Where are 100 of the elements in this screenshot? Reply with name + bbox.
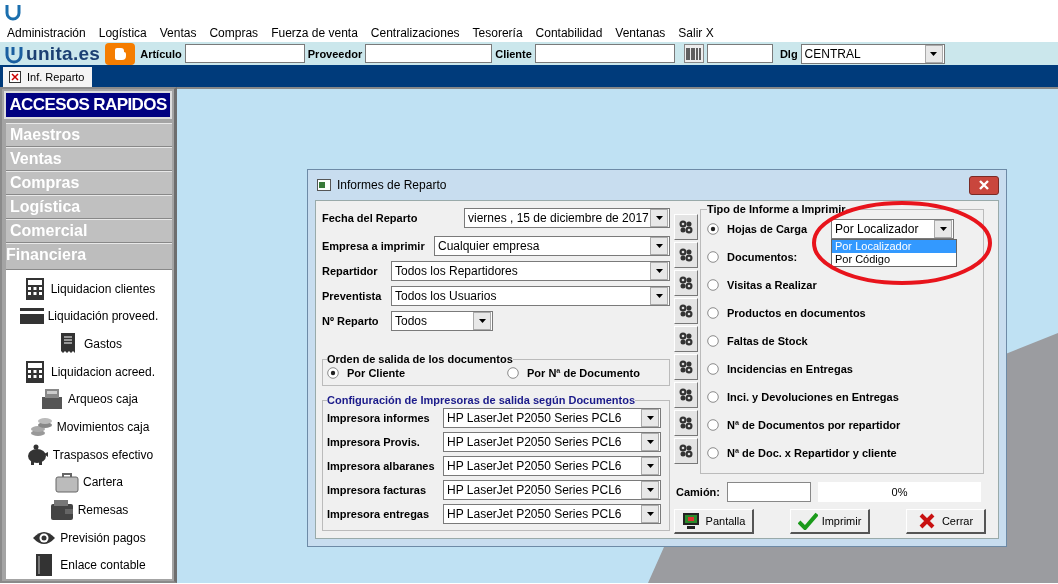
sidebar-item[interactable]: Previsión pagos <box>6 523 172 552</box>
group-title: Orden de salida de los documentos <box>327 353 513 365</box>
setup-button[interactable] <box>674 242 698 268</box>
radio-label[interactable]: Hojas de Carga <box>727 223 808 235</box>
close-icon <box>978 180 990 190</box>
menu-item[interactable]: Ventas <box>159 26 197 40</box>
progress-reading: 0% <box>891 486 908 498</box>
caret-icon <box>937 224 949 234</box>
close-button[interactable] <box>969 175 999 195</box>
field-label: Empresa a imprimir <box>322 239 426 252</box>
barcode-icon <box>685 46 702 61</box>
dropdown[interactable]: HP LaserJet P2050 Series PCL6 <box>443 456 661 476</box>
dropdown[interactable]: HP LaserJet P2050 Series PCL6 <box>443 480 661 500</box>
menu-item[interactable]: Contabilidad <box>535 26 603 40</box>
radio-label[interactable]: Faltas de Stock <box>727 335 808 347</box>
radio-label[interactable]: Nª de Documentos por repartidor <box>727 419 901 431</box>
sidebar-item[interactable]: Movimientos caja <box>6 413 172 441</box>
blog-icon <box>105 42 136 65</box>
radio-button[interactable] <box>507 367 519 379</box>
setup-button[interactable] <box>674 410 698 436</box>
menu-item[interactable]: Logística <box>98 26 147 40</box>
radio-label[interactable]: Visitas a Realizar <box>727 279 817 291</box>
setup-button[interactable] <box>674 326 698 352</box>
dropdown[interactable]: Todos los Usuarios <box>391 285 670 306</box>
menu-item[interactable]: Ventanas <box>615 26 666 40</box>
cash-register-icon <box>39 387 64 412</box>
barcode-button[interactable] <box>683 44 704 63</box>
radio-button[interactable] <box>707 251 719 263</box>
sidebar-item[interactable]: Traspasos efectivo <box>6 440 172 469</box>
dropdown[interactable]: Todos los Repartidores <box>391 260 670 281</box>
dropdown[interactable]: Todos <box>391 310 493 331</box>
monitor-icon <box>681 512 702 530</box>
dropdown[interactable]: Cualquier empresa <box>434 235 670 256</box>
field-label: Impresora informes <box>327 412 431 424</box>
input-field[interactable] <box>727 482 811 502</box>
sidebar-item[interactable]: Liquidacion acreed. <box>6 357 172 386</box>
dropdown[interactable]: Por Localizador <box>831 219 954 239</box>
setup-button[interactable] <box>674 438 698 464</box>
field-label: Proveedor <box>307 47 363 60</box>
dropdown[interactable]: HP LaserJet P2050 Series PCL6 <box>443 432 661 452</box>
sidebar-item[interactable]: Cartera <box>6 468 172 497</box>
radio-label[interactable]: Por Cliente <box>347 367 406 379</box>
dialog-button[interactable]: Pantalla <box>674 509 754 534</box>
radio-label[interactable]: Nª de Doc. x Repartidor y cliente <box>727 447 897 459</box>
checkmark-icon <box>797 512 818 530</box>
menu-item[interactable]: Administración <box>7 26 86 40</box>
sidebar-item[interactable]: Enlace contable <box>6 551 172 579</box>
sidebar-item[interactable]: Liquidacion clientes <box>6 275 172 303</box>
radio-label[interactable]: Por Nª de Documento <box>527 367 640 379</box>
radio-label[interactable]: Incidencias en Entregas <box>727 363 853 375</box>
radio-button[interactable] <box>707 223 719 235</box>
app-logo-icon <box>4 3 24 21</box>
radio-button[interactable] <box>707 391 719 403</box>
radio-button[interactable] <box>707 419 719 431</box>
field-label: Nº Reparto <box>322 314 380 327</box>
dropdown[interactable]: HP LaserJet P2050 Series PCL6 <box>443 504 661 524</box>
setup-button[interactable] <box>674 382 698 408</box>
radio-label[interactable]: Inci. y Devoluciones en Entregas <box>727 391 899 403</box>
field-label: Preventista <box>322 289 383 302</box>
caret-icon <box>644 509 656 519</box>
input-field[interactable] <box>365 44 493 63</box>
radio-label[interactable]: Documentos: <box>727 251 798 263</box>
input-field[interactable] <box>706 44 773 63</box>
radio-button[interactable] <box>707 279 719 291</box>
menu-item[interactable]: Fuerza de venta <box>271 26 358 40</box>
gear-icon <box>678 303 694 319</box>
dialog-button[interactable]: Imprimir <box>790 509 870 534</box>
menu-item[interactable]: Tesorería <box>472 26 523 40</box>
sidebar-item[interactable]: Liquidación proveed. <box>6 302 172 331</box>
radio-button[interactable] <box>707 363 719 375</box>
dropdown-option[interactable]: Por Código <box>832 253 956 266</box>
window-icon <box>317 179 331 191</box>
menu-item[interactable]: Compras <box>209 26 259 40</box>
tab-label: Inf. Reparto <box>27 71 85 83</box>
sidebar-item[interactable]: Gastos <box>6 330 172 358</box>
menu-item[interactable]: Centralizaciones <box>370 26 460 40</box>
radio-button[interactable] <box>707 335 719 347</box>
dropdown[interactable]: HP LaserJet P2050 Series PCL6 <box>443 408 661 428</box>
radio-button[interactable] <box>707 307 719 319</box>
radio-label[interactable]: Productos en documentos <box>727 307 866 319</box>
radio-button[interactable] <box>327 367 339 379</box>
dropdown[interactable]: CENTRAL <box>800 43 945 64</box>
tab[interactable]: Inf. Reparto <box>3 67 92 87</box>
setup-button[interactable] <box>674 354 698 380</box>
sidebar-item[interactable]: Remesas <box>6 496 172 524</box>
input-field[interactable] <box>534 44 675 63</box>
menu-item[interactable]: Salir X <box>678 26 714 40</box>
sidebar-item[interactable]: Arqueos caja <box>6 385 172 414</box>
radio-button[interactable] <box>707 447 719 459</box>
gear-icon <box>678 331 694 347</box>
setup-button[interactable] <box>674 270 698 296</box>
setup-button[interactable] <box>674 298 698 324</box>
dropdown[interactable]: viernes , 15 de diciembre de 2017 <box>464 207 670 228</box>
input-field[interactable] <box>184 44 305 63</box>
field-label: Camión: <box>676 486 721 498</box>
caret-icon <box>644 461 656 471</box>
dialog-button[interactable]: Cerrar <box>906 509 986 534</box>
setup-button[interactable] <box>674 214 698 240</box>
field-label: Repartidor <box>322 264 379 277</box>
gear-icon <box>678 275 694 291</box>
